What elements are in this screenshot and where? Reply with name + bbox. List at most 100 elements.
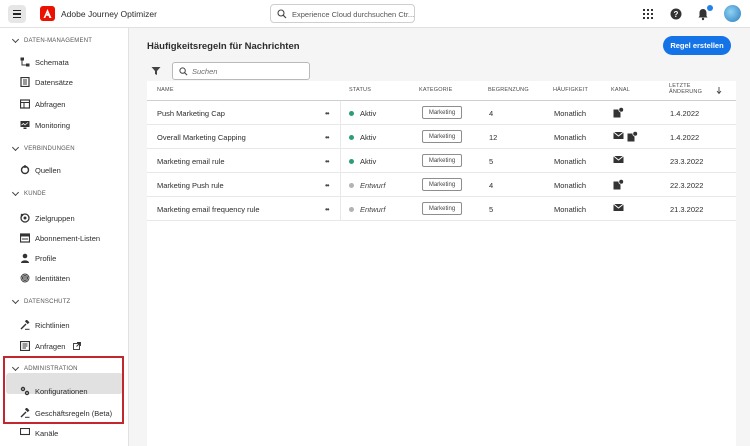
column-divider	[340, 149, 341, 172]
column-header-frequency[interactable]: HÄUFIGKEIT	[553, 87, 588, 93]
section-privacy[interactable]: DATENSCHUTZ	[11, 296, 70, 305]
table-row[interactable]: Overall Marketing Capping •• Aktiv Marketin…	[147, 125, 736, 149]
section-data-management[interactable]: DATEN-MANAGEMENT	[11, 35, 92, 44]
rule-name[interactable]: Marketing email rule	[157, 157, 225, 166]
column-header-channel[interactable]: KANAL	[611, 87, 630, 93]
rules-search-placeholder: Suchen	[192, 67, 218, 76]
dataset-icon	[20, 77, 30, 87]
status-dot-icon	[349, 207, 354, 212]
app-switcher-icon[interactable]	[641, 7, 655, 21]
section-connections[interactable]: VERBINDUNGEN	[11, 143, 75, 152]
limit-value: 4	[489, 109, 494, 118]
external-link-icon	[73, 342, 82, 350]
more-actions-icon[interactable]: ••	[325, 157, 330, 166]
filter-icon[interactable]	[151, 66, 161, 76]
channel-icon	[613, 155, 624, 166]
more-actions-icon[interactable]: ••	[325, 109, 330, 118]
sidebar-item-queries[interactable]: Abfragen	[20, 99, 65, 109]
fingerprint-icon	[20, 273, 30, 283]
profile-icon	[21, 253, 29, 263]
rule-name[interactable]: Marketing email frequency rule	[157, 205, 260, 214]
column-divider	[340, 101, 341, 124]
channel-icon	[613, 106, 624, 120]
section-customer[interactable]: KUNDE	[11, 188, 46, 197]
svg-text:?: ?	[674, 10, 679, 19]
sidebar-item-requests[interactable]: Anfragen	[20, 341, 82, 351]
table-row[interactable]: Marketing email frequency rule •• Entwurf M…	[147, 197, 736, 221]
sidebar-item-channels[interactable]: Kanäle	[20, 428, 58, 438]
chevron-down-icon	[11, 143, 20, 152]
rule-name[interactable]: Marketing Push rule	[157, 181, 224, 190]
sidebar-item-audiences[interactable]: Zielgruppen	[20, 213, 75, 223]
search-icon	[277, 9, 287, 19]
table-row[interactable]: Push Marketing Cap •• Aktiv Marketing 4 Monat…	[147, 101, 736, 125]
status-badge: Entwurf	[349, 181, 385, 190]
status-badge: Entwurf	[349, 205, 385, 214]
email-channel-icon	[613, 131, 624, 139]
administration-highlight-frame	[3, 356, 124, 424]
sort-descending-icon[interactable]	[716, 87, 722, 94]
table-row[interactable]: Marketing email rule •• Aktiv Marketing 5 Mon…	[147, 149, 736, 173]
rule-name[interactable]: Push Marketing Cap	[157, 109, 225, 118]
status-dot-icon	[349, 183, 354, 188]
limit-value: 12	[489, 133, 498, 142]
last-change-date: 23.3.2022	[670, 157, 704, 166]
subscription-list-icon	[20, 233, 30, 243]
sidebar-item-profiles[interactable]: Profile	[20, 253, 56, 263]
category-tag: Marketing	[422, 178, 462, 191]
channel-icon	[613, 131, 624, 142]
sidebar-item-identities[interactable]: Identitäten	[20, 273, 70, 283]
column-header-status[interactable]: STATUS	[349, 87, 371, 93]
frequency-value: Monatlich	[554, 205, 587, 214]
frequency-value: Monatlich	[554, 133, 587, 142]
frequency-value: Monatlich	[554, 181, 587, 190]
frequency-value: Monatlich	[554, 157, 587, 166]
rule-name[interactable]: Overall Marketing Capping	[157, 133, 246, 142]
policy-gavel-icon	[20, 320, 30, 330]
push-notification-channel-icon	[627, 130, 638, 142]
column-divider	[340, 173, 341, 196]
sidebar-item-subscription-lists[interactable]: Abonnement-Listen	[20, 233, 100, 243]
audience-icon	[20, 213, 30, 223]
menu-toggle-button[interactable]	[8, 5, 26, 23]
sidebar-item-schemas[interactable]: Schemata	[20, 57, 69, 67]
create-rule-button[interactable]: Regel erstellen	[663, 36, 731, 55]
chevron-down-icon	[11, 188, 20, 197]
category-tag: Marketing	[422, 106, 462, 119]
column-header-name[interactable]: NAME	[157, 87, 174, 93]
column-header-category[interactable]: KATEGORIE	[419, 87, 452, 93]
status-badge: Aktiv	[349, 133, 376, 142]
column-header-limit[interactable]: BEGRENZUNG	[488, 87, 529, 93]
category-tag: Marketing	[422, 130, 462, 143]
user-avatar[interactable]	[724, 5, 741, 22]
channel-icon	[613, 178, 624, 192]
query-icon	[20, 99, 30, 109]
limit-value: 5	[489, 205, 494, 214]
adobe-logo-icon	[40, 6, 55, 21]
sidebar-item-datasets[interactable]: Datensätze	[20, 77, 73, 87]
more-actions-icon[interactable]: ••	[325, 205, 330, 214]
category-tag: Marketing	[422, 202, 462, 215]
page-title: Häufigkeitsregeln für Nachrichten	[147, 41, 300, 52]
column-header-last-change[interactable]: LETZTE ÄNDERUNG	[669, 83, 702, 95]
last-change-date: 21.3.2022	[670, 205, 704, 214]
requests-icon	[20, 341, 30, 351]
top-bar: Adobe Journey Optimizer Experience Cloud…	[0, 0, 750, 28]
last-change-date: 1.4.2022	[670, 133, 700, 142]
email-channel-icon	[613, 203, 624, 211]
channel-icon	[627, 130, 638, 144]
global-search-input[interactable]: Experience Cloud durchsuchen Ctr...	[270, 4, 415, 23]
rules-search-input[interactable]: Suchen	[172, 62, 310, 80]
column-divider	[340, 125, 341, 148]
help-icon[interactable]: ?	[669, 7, 683, 21]
schema-icon	[20, 57, 30, 67]
more-actions-icon[interactable]: ••	[325, 181, 330, 190]
push-notification-channel-icon	[613, 106, 624, 118]
monitor-icon	[20, 121, 30, 129]
sidebar-item-monitoring[interactable]: Monitoring	[20, 120, 70, 130]
sidebar-item-policies[interactable]: Richtlinien	[20, 320, 70, 330]
more-actions-icon[interactable]: ••	[325, 133, 330, 142]
column-divider	[340, 197, 341, 220]
table-row[interactable]: Marketing Push rule •• Entwurf Marketing 4 Mo…	[147, 173, 736, 197]
sidebar-item-sources[interactable]: Quellen	[20, 165, 61, 175]
